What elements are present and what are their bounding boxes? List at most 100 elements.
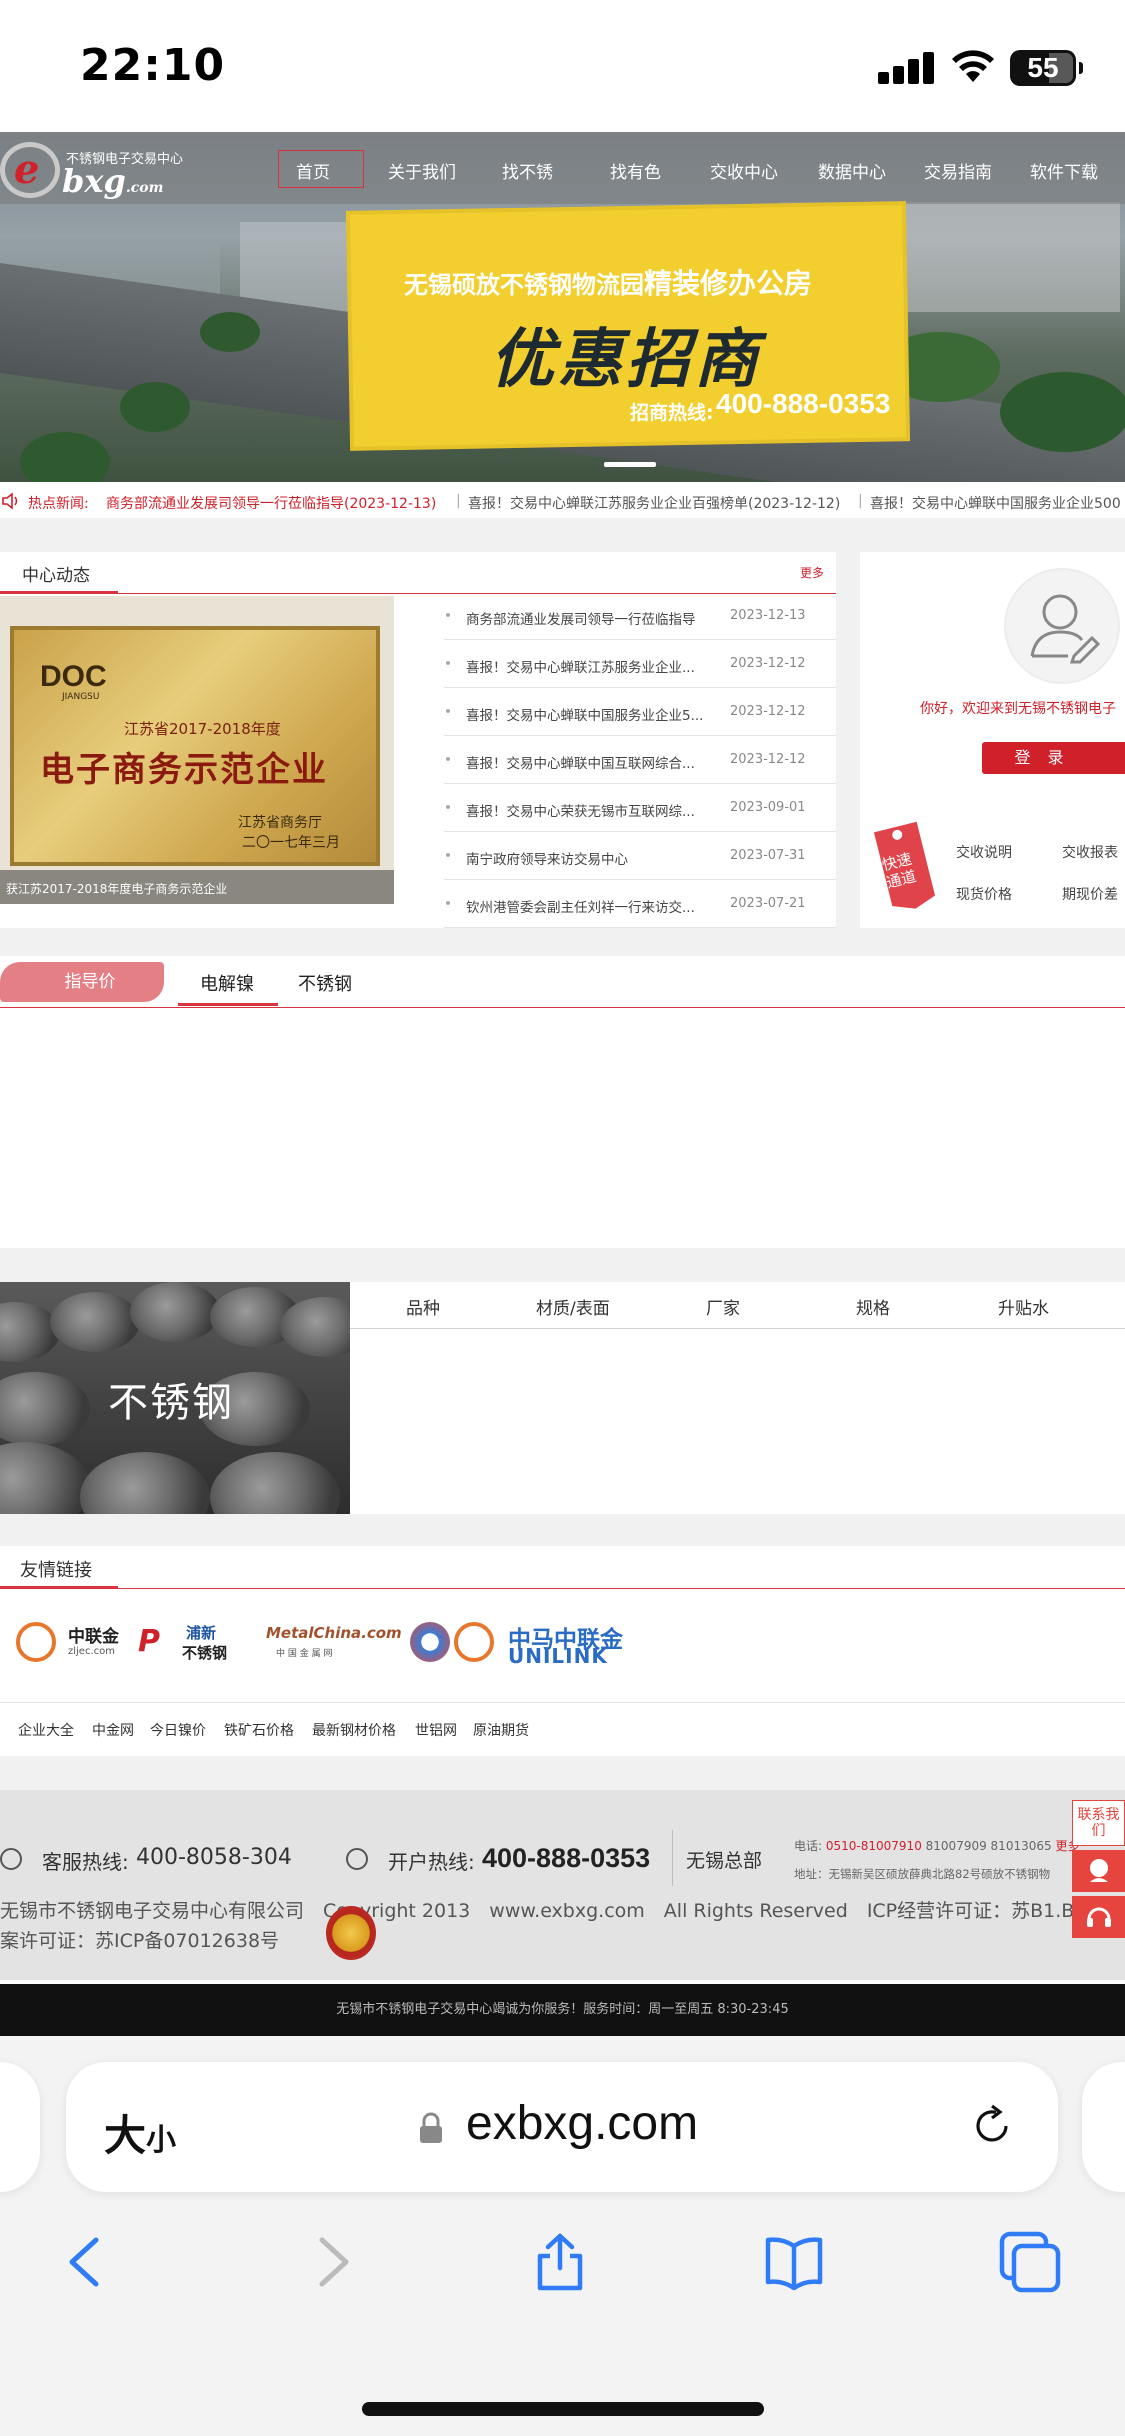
friend-link[interactable]: 中金网 [92, 1720, 134, 1740]
nav-find-stainless[interactable]: 找不锈 [502, 158, 553, 183]
partner-logo-puxin[interactable]: P 浦新 不锈钢 [138, 1620, 248, 1666]
nav-about[interactable]: 关于我们 [388, 158, 456, 183]
nav-find-nonferrous[interactable]: 找有色 [610, 158, 661, 183]
service-hotline-number[interactable]: 400-8058-304 [136, 1845, 292, 1870]
friend-link[interactable]: 最新钢材价格 [312, 1720, 396, 1740]
zljec-logo-icon [16, 1622, 56, 1662]
puxin-sub: 不锈钢 [182, 1644, 228, 1662]
partner-logo-metalchina[interactable]: MetalChina.com 中 国 金 属 网 [266, 1622, 402, 1666]
tab-stainless[interactable]: 不锈钢 [298, 970, 352, 996]
back-icon[interactable] [56, 2230, 120, 2294]
zljec-name: 中联金 [68, 1627, 119, 1647]
service-hours-bar: 无锡市不锈钢电子交易中心竭诚为你服务！服务时间：周一至周五 8:30-23:45 [0, 1984, 1125, 2036]
partner-logo-zljec[interactable]: 中联金 zljec.com [16, 1620, 126, 1666]
promo-phone: 400-888-0353 [716, 388, 891, 419]
bullet [446, 805, 450, 809]
friend-link[interactable]: 铁矿石价格 [224, 1720, 294, 1740]
ticker-label: 热点新闻: [28, 496, 89, 512]
quick-link-basis[interactable]: 期现价差 [1062, 884, 1118, 904]
news-feature-image[interactable]: DOC JIANGSU 江苏省2017-2018年度 电子商务示范企业 江苏省商… [0, 596, 394, 904]
next-tab-peek[interactable] [1082, 2062, 1125, 2192]
user-avatar-icon [1004, 568, 1120, 684]
headset-icon [1086, 1907, 1111, 1927]
tabs-icon[interactable] [998, 2230, 1062, 2294]
logo-text: bxg.com [62, 162, 163, 200]
news-date: 2023-12-12 [730, 704, 806, 719]
news-title: 商务部流通业发展司领导一行莅临指导 [466, 612, 696, 628]
speaker-icon [2, 493, 18, 509]
stainless-category-image[interactable]: 不锈钢 [0, 1282, 350, 1514]
partner-logo-unilink[interactable]: 中马中联金 UNILINK [410, 1618, 630, 1668]
footer-address: 地址：无锡新吴区硕放薛典北路82号硕放不锈钢物 [794, 1867, 1051, 1881]
support-button[interactable] [1072, 1896, 1125, 1938]
quick-link-spot-price[interactable]: 现货价格 [956, 884, 1012, 904]
bookmarks-icon[interactable] [762, 2230, 826, 2294]
page-settings-button[interactable]: 大小 [104, 2102, 176, 2163]
footer-domain[interactable]: www.exbxg.com [489, 1900, 645, 1922]
contact-us-label: 联系我们 [1077, 1807, 1120, 1839]
site-logo[interactable]: e 不锈钢电子交易中心 bxg.com [0, 140, 190, 200]
service-hotline-label: 客服热线: [42, 1850, 129, 1874]
headquarters-label: 无锡总部 [686, 1850, 763, 1872]
news-list-item[interactable]: 喜报！交易中心蝉联中国服务业企业5... 2023-12-12 [444, 688, 836, 736]
nav-delivery-center[interactable]: 交收中心 [710, 158, 778, 183]
share-icon[interactable] [528, 2230, 592, 2294]
news-title: 钦州港管委会副主任刘祥一行来访交... [466, 900, 695, 916]
news-list-item[interactable]: 南宁政府领导来访交易中心 2023-07-31 [444, 832, 836, 880]
bullet [446, 901, 450, 905]
reload-icon[interactable] [966, 2100, 1018, 2152]
ticker-item[interactable]: 商务部流通业发展司领导一行莅临指导(2023-12-13) [106, 493, 436, 513]
section-gap [0, 1248, 1125, 1282]
news-list-item[interactable]: 商务部流通业发展司领导一行莅临指导 2023-12-13 [444, 592, 836, 640]
logo-e: e [14, 146, 40, 193]
news-list-item[interactable]: 喜报！交易中心荣获无锡市互联网综... 2023-09-01 [444, 784, 836, 832]
friend-links-divider [0, 1588, 1125, 1589]
police-badge-icon[interactable] [326, 1906, 376, 1960]
battery-icon: 55 [1010, 50, 1083, 86]
url-text[interactable]: exbxg.com [466, 2096, 698, 2151]
news-date: 2023-07-21 [730, 896, 806, 911]
ticker-item[interactable]: 喜报！交易中心蝉联江苏服务业企业百强榜单(2023-12-12) [468, 493, 840, 513]
quick-link-delivery-notes[interactable]: 交收说明 [956, 842, 1012, 862]
nav-home[interactable]: 首页 [296, 158, 330, 183]
account-hotline-number[interactable]: 400-888-0353 [482, 1843, 650, 1874]
news-list-item[interactable]: 喜报！交易中心蝉联江苏服务业企业... 2023-12-12 [444, 640, 836, 688]
stainless-label: 不锈钢 [108, 1380, 234, 1426]
friend-links-title: 友情链接 [20, 1560, 92, 1581]
tel-main[interactable]: 0510-81007910 [826, 1839, 922, 1853]
section-gap [0, 1756, 1125, 1790]
friend-link[interactable]: 世铝网 [415, 1720, 457, 1740]
promo-phone-label: 招商热线: [630, 402, 714, 424]
footer-tel: 电话: 0510-81007910 81007909 81013065 更多 [794, 1837, 1079, 1854]
chat-icon [1089, 1859, 1108, 1882]
previous-tab-peek[interactable] [0, 2062, 40, 2192]
friend-link[interactable]: 企业大全 [18, 1720, 74, 1740]
tab-nickel[interactable]: 电解镍 [200, 970, 254, 996]
friend-link[interactable]: 原油期货 [473, 1720, 529, 1740]
contact-us-button[interactable]: 联系我们 [1072, 1800, 1125, 1846]
login-button[interactable]: 登 录 [982, 742, 1125, 774]
center-news-more-link[interactable]: 更多 [800, 564, 824, 581]
home-indicator[interactable] [362, 2402, 764, 2416]
ticker-item[interactable]: 喜报！交易中心蝉联中国服务业企业500 [870, 493, 1121, 513]
nav-data-center[interactable]: 数据中心 [818, 158, 886, 183]
news-list-item[interactable]: 钦州港管委会副主任刘祥一行来访交... 2023-07-21 [444, 880, 836, 928]
nav-trading-guide[interactable]: 交易指南 [924, 158, 992, 183]
text-size-small: 小 [146, 2123, 177, 2158]
table-header-divider [350, 1328, 1125, 1329]
plaque-year: 江苏省2017-2018年度 [124, 720, 281, 738]
banner-slide-indicator[interactable] [604, 462, 656, 467]
chat-button[interactable] [1072, 1850, 1125, 1892]
plaque-date: 二〇一七年三月 [242, 835, 340, 851]
icp-record[interactable]: 案许可证：苏ICP备07012638号 [0, 1926, 279, 1953]
footer-copyright-line: 无锡市不锈钢电子交易中心有限公司 Copyright 2013 www.exbx… [0, 1896, 1086, 1923]
puxin-name: 浦新 [186, 1624, 217, 1642]
nav-software-download[interactable]: 软件下载 [1030, 158, 1098, 183]
ccmg-icon [410, 1622, 450, 1662]
puxin-logo-icon: P [138, 1624, 160, 1659]
friend-link[interactable]: 今日镍价 [150, 1720, 206, 1740]
news-list-item[interactable]: 喜报！交易中心蝉联中国互联网综合... 2023-12-12 [444, 736, 836, 784]
quick-link-delivery-report[interactable]: 交收报表 [1062, 842, 1118, 862]
news-title: 喜报！交易中心蝉联江苏服务业企业... [466, 660, 695, 676]
bullet [446, 661, 450, 665]
